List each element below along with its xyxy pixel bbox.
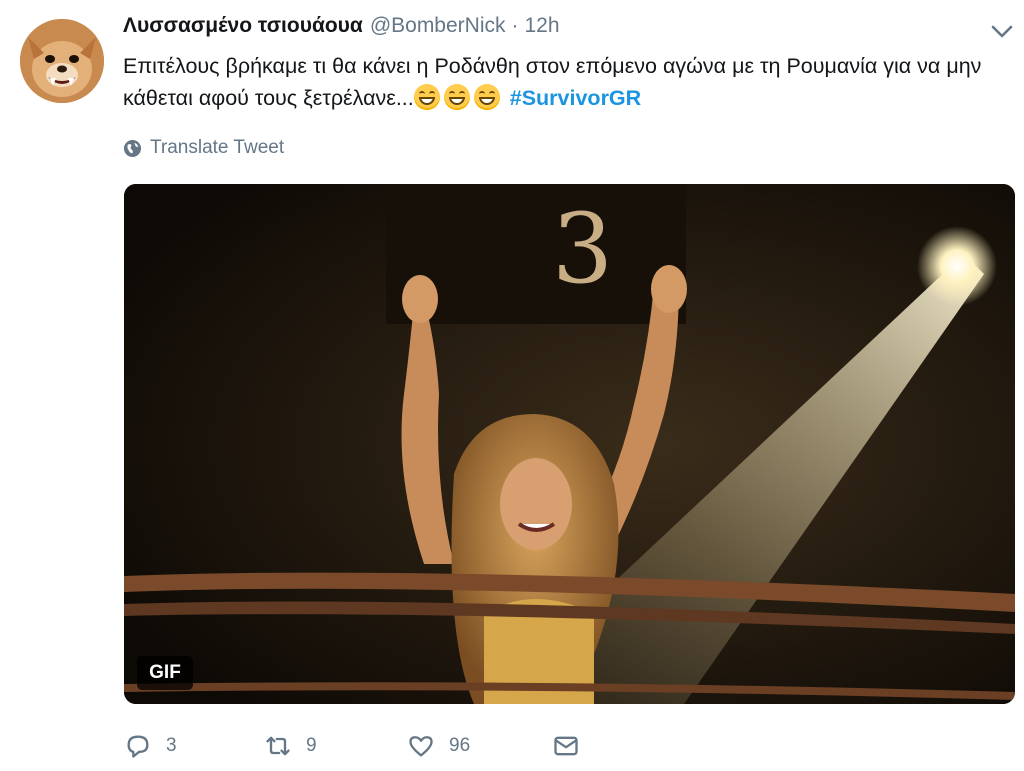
translate-tweet-link[interactable]: Translate Tweet [123,136,284,160]
envelope-icon [554,736,578,756]
retweet-button[interactable]: 9 [264,728,317,764]
grinning-face-icon [443,84,470,110]
tweet-card: Λυσσασμένο τσιουάουα @BomberNick · 12h Ε… [0,0,1024,771]
like-button[interactable]: 96 [407,728,470,764]
author-avatar[interactable] [20,19,104,103]
chihuahua-avatar-icon [20,19,104,103]
like-count: 96 [449,735,471,756]
reply-icon [127,735,149,758]
gif-scene-image: 3 [124,184,1015,704]
tweet-media-gif[interactable]: 3 GIF [124,184,1015,704]
globe-icon [123,139,142,157]
tweet-timestamp[interactable]: 12h [525,14,560,38]
sign-number: 3 [552,193,613,305]
translate-label: Translate Tweet [150,137,285,158]
reply-count: 3 [166,735,177,756]
grinning-face-icon [473,84,500,110]
direct-message-button[interactable] [552,728,594,764]
author-display-name[interactable]: Λυσσασμένο τσιουάουα [123,14,363,38]
author-handle[interactable]: @BomberNick [370,14,506,38]
heart-icon [409,736,433,757]
reply-button[interactable]: 3 [124,728,177,764]
grinning-face-icon [413,84,440,110]
hashtag-link[interactable]: #SurvivorGR [510,86,641,110]
retweet-icon [266,736,290,756]
emoji-group [413,84,504,110]
retweet-count: 9 [306,735,317,756]
header-separator: · [511,14,519,37]
chevron-down-icon [991,25,1013,38]
tweet-menu-button[interactable] [988,20,1016,44]
tweet-header: Λυσσασμένο τσιουάουα @BomberNick · 12h [123,14,560,44]
tweet-text: Επιτέλους βρήκαμε τι θα κάνει η Ροδάνθη … [123,50,1003,114]
gif-badge: GIF [137,656,193,690]
